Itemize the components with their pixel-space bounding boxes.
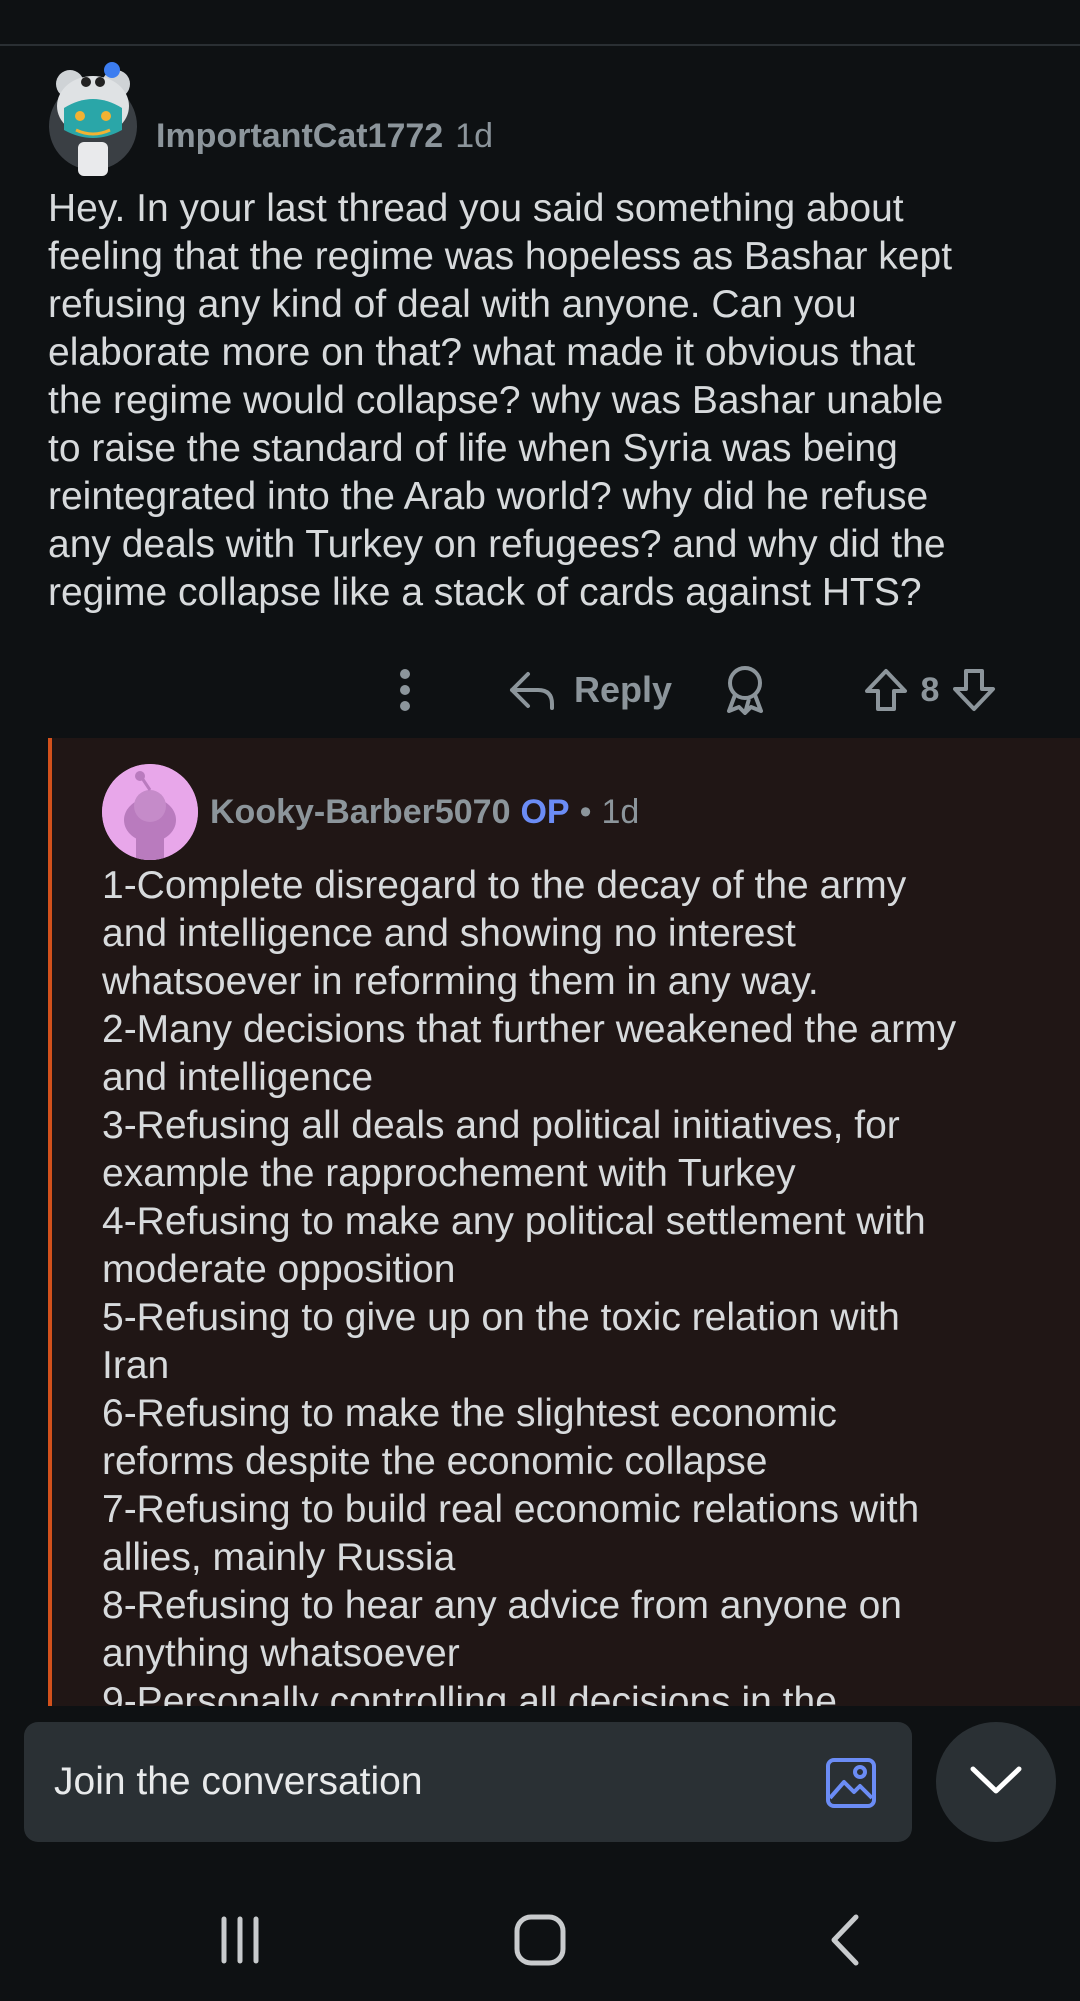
more-vertical-icon[interactable] xyxy=(380,660,430,720)
award-icon[interactable] xyxy=(720,660,770,720)
reply-comment[interactable]: Kooky-Barber5070 OP • 1d 1-Complete disr… xyxy=(48,738,1080,1706)
meta-separator: • xyxy=(579,792,592,831)
compose-input[interactable]: Join the conversation xyxy=(24,1722,912,1842)
back-icon[interactable] xyxy=(806,1900,886,1980)
compose-placeholder: Join the conversation xyxy=(54,1760,423,1803)
reply-user-avatar[interactable] xyxy=(102,764,198,860)
op-badge: OP xyxy=(520,792,570,831)
vote-controls: 8 xyxy=(840,660,1020,720)
chevron-down-icon xyxy=(969,1763,1023,1802)
reply-button[interactable]: Reply xyxy=(500,660,680,720)
recents-icon[interactable] xyxy=(200,1900,280,1980)
downvote-arrow-icon[interactable] xyxy=(951,667,997,713)
image-icon[interactable] xyxy=(822,1752,882,1812)
system-navigation-bar xyxy=(0,1870,1080,2001)
reply-timestamp: 1d xyxy=(601,792,640,831)
parent-comment-meta: ImportantCat1772 1d xyxy=(156,116,493,156)
upvote-arrow-icon[interactable] xyxy=(863,667,909,713)
reply-username[interactable]: Kooky-Barber5070 xyxy=(210,793,510,832)
collapse-button[interactable] xyxy=(936,1722,1056,1842)
parent-username[interactable]: ImportantCat1772 xyxy=(156,117,443,156)
vote-count: 8 xyxy=(920,670,940,709)
parent-comment-body: Hey. In your last thread you said someth… xyxy=(48,187,953,614)
comment-action-row: Reply 8 xyxy=(0,660,1080,720)
reply-arrow-icon xyxy=(508,668,556,712)
parent-timestamp: 1d xyxy=(455,116,494,155)
user-avatar[interactable] xyxy=(46,60,140,176)
reply-label: Reply xyxy=(573,669,673,710)
reply-comment-meta: Kooky-Barber5070 OP • 1d xyxy=(210,792,639,832)
reply-comment-body: 1-Complete disregard to the decay of the… xyxy=(102,864,957,1706)
top-header-strip xyxy=(0,0,1080,46)
home-icon[interactable] xyxy=(500,1900,580,1980)
